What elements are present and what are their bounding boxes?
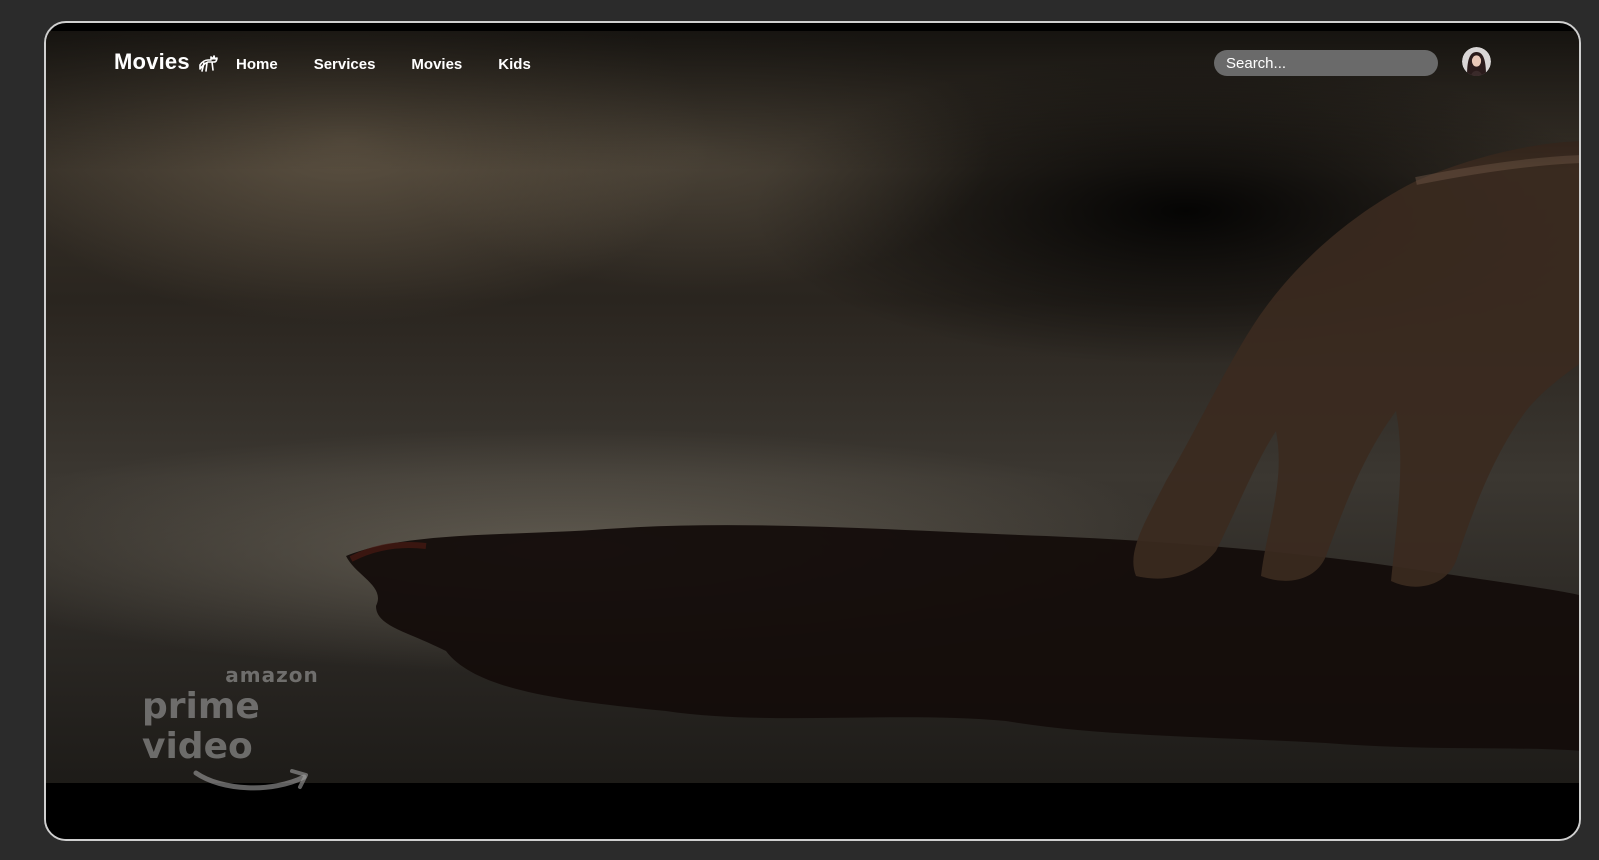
user-avatar-icon (1462, 47, 1491, 76)
brand-logo[interactable]: Movies (114, 49, 220, 75)
top-navbar: Movies Home Services Movies Kids (46, 23, 1579, 113)
nav-services[interactable]: Services (314, 56, 376, 73)
browser-frame: Movies Home Services Movies Kids amazon … (44, 21, 1581, 841)
nav-movies[interactable]: Movies (411, 56, 462, 73)
prime-video-watermark: amazon prime video (142, 663, 382, 795)
amazon-smile-icon (193, 769, 308, 791)
brand-name: Movies (114, 49, 190, 74)
nav-home[interactable]: Home (236, 56, 278, 73)
watermark-prime-video: prime video (142, 686, 260, 767)
nav-links: Home Services Movies Kids (236, 56, 531, 73)
nav-kids[interactable]: Kids (498, 56, 531, 73)
avatar[interactable] (1462, 47, 1491, 76)
watermark-amazon: amazon (225, 663, 319, 687)
reindeer-icon (198, 55, 218, 72)
search-input[interactable] (1214, 50, 1438, 76)
